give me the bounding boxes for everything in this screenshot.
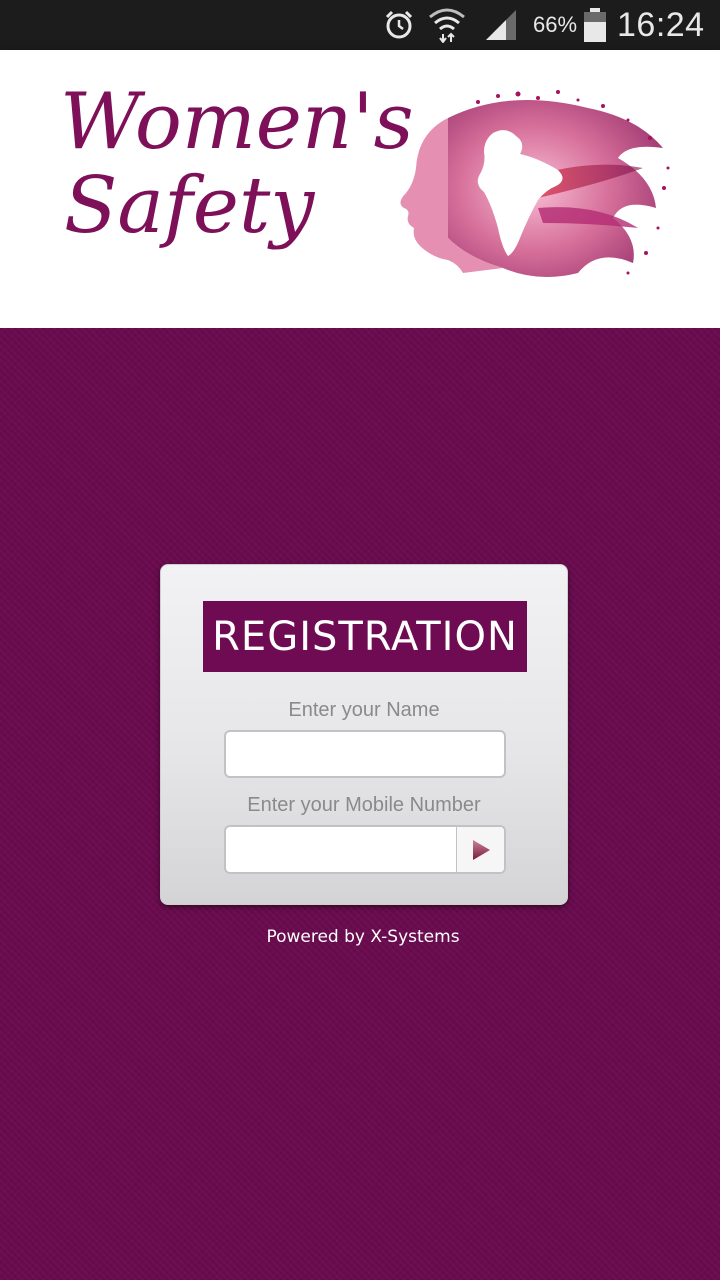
app-logo-text: Women's Safety [60, 77, 414, 251]
app-header: Women's Safety [0, 50, 720, 328]
play-arrow-icon [472, 839, 490, 860]
signal-icon [484, 0, 518, 50]
logo-line-1: Women's [60, 77, 414, 167]
battery-percent: 66% [533, 0, 577, 50]
status-bar: 66% 16:24 [0, 0, 720, 50]
name-input[interactable] [224, 730, 506, 778]
mobile-number-input[interactable] [226, 827, 458, 872]
clock: 16:24 [617, 5, 705, 44]
registration-title: REGISTRATION [203, 601, 527, 672]
logo-art-icon [400, 90, 670, 277]
alarm-icon [383, 0, 415, 50]
name-label: Enter your Name [288, 699, 440, 721]
logo-line-2: Safety [64, 161, 315, 251]
wifi-icon [428, 0, 466, 50]
powered-by-text: Powered by X-Systems [266, 927, 460, 947]
mobile-label: Enter your Mobile Number [247, 794, 481, 816]
mobile-input-group [224, 825, 506, 874]
battery-percent-text: 66% [533, 12, 578, 37]
registration-card: REGISTRATION Enter your Name Enter your … [160, 564, 568, 905]
battery-icon [583, 0, 607, 50]
submit-button[interactable] [456, 827, 504, 872]
